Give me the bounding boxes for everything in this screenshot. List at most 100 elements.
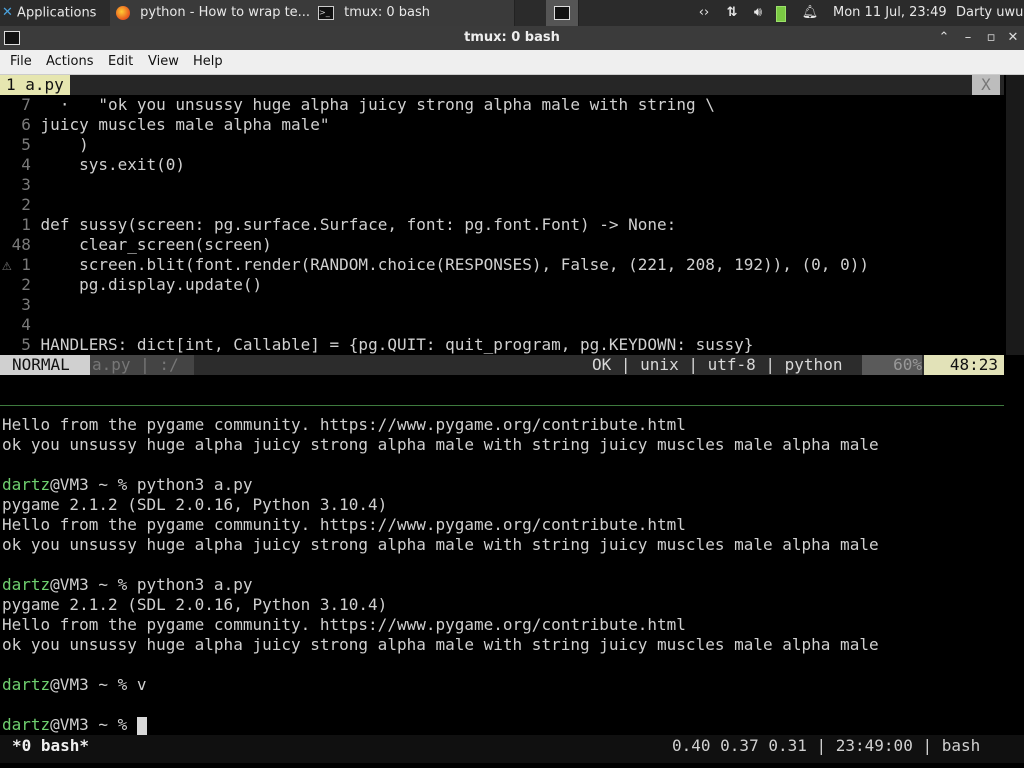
shell-text: ok you unsussy huge alpha juicy strong a…: [2, 635, 879, 654]
shade-button[interactable]: ⌃: [933, 26, 955, 50]
battery-icon[interactable]: [776, 0, 792, 26]
vim-line[interactable]: 6 juicy muscles male alpha male": [2, 115, 330, 135]
shell-text: Hello from the pygame community. https:/…: [2, 615, 686, 634]
task-firefox[interactable]: python - How to wrap te...: [110, 0, 317, 26]
terminal-cursor: [136, 716, 147, 735]
vim-gutter: [2, 115, 21, 134]
terminal-icon: [554, 5, 570, 20]
xfce-logo-icon: ✕: [2, 5, 13, 20]
shell-line: ok you unsussy huge alpha juicy strong a…: [2, 535, 879, 555]
notification-bell-icon[interactable]: 🔔︎: [800, 0, 820, 26]
menu-bar: File Actions Edit View Help: [0, 50, 1024, 75]
vim-gutter: [2, 235, 12, 254]
shell-text: pygame 2.1.2 (SDL 2.0.16, Python 3.10.4): [2, 495, 388, 514]
network-arrows-icon[interactable]: ‹›: [694, 0, 714, 26]
vim-file: a.py | :/: [90, 355, 194, 375]
menu-help[interactable]: Help: [193, 50, 223, 74]
vim-gutter: [2, 135, 21, 154]
vim-code: pg.display.update(): [40, 275, 263, 294]
shell-line: dartz@VM3 ~ % v: [2, 675, 147, 695]
vim-line-number: 3: [21, 295, 31, 314]
vim-line-number: 1: [21, 215, 31, 234]
vim-gutter: [2, 155, 21, 174]
shell-text: Hello from the pygame community. https:/…: [2, 515, 686, 534]
vim-line[interactable]: 5 ): [2, 135, 89, 155]
vim-line-number: 6: [21, 115, 31, 134]
shell-line: Hello from the pygame community. https:/…: [2, 415, 686, 435]
vim-gutter: [2, 295, 21, 314]
maximize-button[interactable]: ▫: [980, 26, 1002, 50]
vim-line[interactable]: 4: [2, 315, 41, 335]
shell-text: @VM3 ~ % python3 a.py: [50, 475, 253, 494]
vim-line[interactable]: 2 pg.display.update(): [2, 275, 262, 295]
vim-gutter: [2, 335, 21, 354]
terminal-scrollbar[interactable]: [1006, 75, 1024, 355]
shell-line: pygame 2.1.2 (SDL 2.0.16, Python 3.10.4): [2, 495, 387, 515]
shell-text: Hello from the pygame community. https:/…: [2, 415, 686, 434]
firefox-icon: [116, 5, 130, 20]
vim-line-number: 7: [21, 95, 31, 114]
shell-text: ok you unsussy huge alpha juicy strong a…: [2, 535, 879, 554]
vim-code: juicy muscles male alpha male": [40, 115, 330, 134]
user-menu[interactable]: Darty uwu: [956, 0, 1024, 26]
task-firefox-label: python - How to wrap te...: [140, 5, 311, 20]
vim-line-number: 4: [21, 155, 31, 174]
vim-gutter: [2, 95, 21, 114]
vim-tab[interactable]: 1 a.py: [0, 75, 70, 95]
shell-text: ok you unsussy huge alpha juicy strong a…: [2, 435, 879, 454]
network-transfer-icon[interactable]: ⇅: [722, 0, 742, 26]
vim-mode: NORMAL: [0, 355, 90, 375]
menu-view[interactable]: View: [148, 50, 179, 74]
menu-actions[interactable]: Actions: [46, 50, 94, 74]
vim-line[interactable]: 7 · "ok you unsussy huge alpha juicy str…: [2, 95, 715, 115]
vim-line-number: 2: [21, 195, 31, 214]
shell-text: @VM3 ~ % v: [50, 675, 147, 694]
shell-text: @VM3 ~ % python3 a.py: [50, 575, 253, 594]
vim-cursor-position: 48:23: [924, 355, 1004, 375]
vim-line[interactable]: 3: [2, 295, 41, 315]
prompt-user: dartz: [2, 575, 51, 594]
tmux-window-tab[interactable]: *0 bash*: [12, 736, 89, 756]
applications-menu[interactable]: ✕ Applications: [2, 0, 110, 26]
shell-line: dartz@VM3 ~ %: [2, 715, 147, 735]
tmux-statusbar: *0 bash* 0.40 0.37 0.31 | 23:49:00 | bas…: [0, 735, 1024, 763]
vim-gutter: [2, 175, 21, 194]
window-titlebar[interactable]: tmux: 0 bash ⌃ – ▫ ✕: [0, 26, 1024, 50]
vim-code: sys.exit(0): [40, 155, 186, 174]
task-terminal[interactable]: >_ tmux: 0 bash: [312, 0, 515, 26]
volume-icon[interactable]: 🔊︎: [748, 0, 768, 26]
vim-line[interactable]: 5 HANDLERS: dict[int, Callable] = {pg.QU…: [2, 335, 753, 355]
task-terminal-label: tmux: 0 bash: [344, 5, 430, 20]
prompt-user: dartz: [2, 675, 51, 694]
vim-code: ): [40, 135, 89, 154]
vim-line[interactable]: 2: [2, 195, 41, 215]
terminal-icon: >_: [318, 5, 334, 20]
vim-line-number: 3: [21, 175, 31, 194]
shell-line: pygame 2.1.2 (SDL 2.0.16, Python 3.10.4): [2, 595, 387, 615]
workspace-button[interactable]: [546, 0, 579, 26]
vim-code: screen.blit(font.render(RANDOM.choice(RE…: [40, 255, 869, 274]
vim-line-number: 4: [21, 315, 31, 334]
window-title: tmux: 0 bash: [464, 30, 560, 45]
shell-line: dartz@VM3 ~ % python3 a.py: [2, 475, 252, 495]
terminal-area[interactable]: 1 a.py X 7 · "ok you unsussy huge alpha …: [0, 75, 1024, 768]
tmux-pane-divider: [0, 405, 1004, 406]
close-button[interactable]: ✕: [1002, 26, 1024, 50]
tmux-status-right: 0.40 0.37 0.31 | 23:49:00 | bash: [672, 736, 981, 755]
vim-gutter: [2, 275, 21, 294]
vim-tab-close-button[interactable]: X: [972, 75, 1000, 95]
minimize-button[interactable]: –: [957, 26, 979, 50]
vim-line[interactable]: 48 clear_screen(screen): [2, 235, 272, 255]
vim-statusline: NORMAL a.py | :/ OK | unix | utf-8 | pyt…: [0, 355, 1004, 375]
vim-line-number: 5: [21, 335, 31, 354]
vim-line[interactable]: ⚠ 1 screen.blit(font.render(RANDOM.choic…: [2, 255, 869, 275]
vim-line[interactable]: 1 def sussy(screen: pg.surface.Surface, …: [2, 215, 676, 235]
vim-line[interactable]: 4 sys.exit(0): [2, 155, 185, 175]
vim-line-number: 1: [21, 255, 31, 274]
vim-line[interactable]: 3: [2, 175, 41, 195]
vim-percent: 60%: [862, 355, 922, 375]
menu-edit[interactable]: Edit: [108, 50, 133, 74]
clock[interactable]: Mon 11 Jul, 23:49: [833, 0, 948, 26]
shell-line: ok you unsussy huge alpha juicy strong a…: [2, 435, 879, 455]
menu-file[interactable]: File: [10, 50, 32, 74]
